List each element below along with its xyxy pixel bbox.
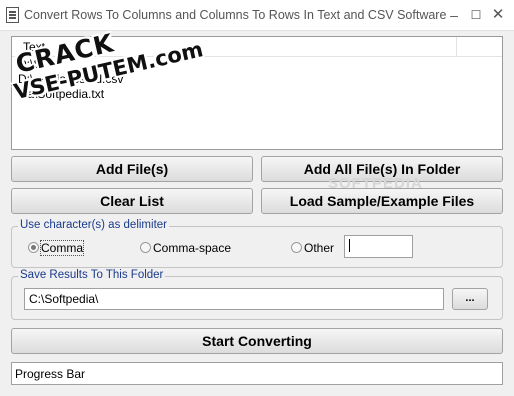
radio-other-label[interactable]: Other — [304, 241, 334, 255]
clear-list-button[interactable]: Clear List — [11, 188, 253, 214]
radio-comma-indicator[interactable] — [28, 242, 39, 253]
output-folder-input[interactable]: C:\Softpedia\ — [24, 288, 444, 310]
progress-bar: Progress Bar — [11, 362, 503, 385]
radio-comma[interactable]: Comma — [28, 240, 85, 256]
radio-comma-space-indicator[interactable] — [140, 242, 151, 253]
close-button[interactable]: ✕ — [485, 4, 511, 26]
radio-other[interactable]: Other — [291, 241, 334, 255]
radio-other-indicator[interactable] — [291, 242, 302, 253]
app-document-icon — [6, 7, 19, 23]
radio-comma-label[interactable]: Comma — [39, 240, 85, 256]
save-results-group-legend: Save Results To This Folder — [18, 269, 166, 281]
delimiter-group-legend: Use character(s) as delimiter — [18, 219, 169, 231]
title-bar: Convert Rows To Columns and Columns To R… — [0, 0, 514, 31]
start-converting-button[interactable]: Start Converting — [11, 328, 503, 354]
text-caret — [349, 239, 350, 252]
radio-comma-space[interactable]: Comma-space — [140, 241, 231, 255]
window-title: Convert Rows To Columns and Columns To R… — [24, 8, 447, 22]
browse-folder-button[interactable]: ... — [452, 288, 488, 310]
add-files-button[interactable]: Add File(s) — [11, 156, 253, 182]
radio-comma-space-label[interactable]: Comma-space — [153, 241, 231, 255]
delimiter-group: Use character(s) as delimiter — [11, 219, 503, 268]
other-delimiter-input[interactable] — [344, 235, 413, 258]
softpedia-watermark: SOFTPEDIA — [328, 175, 423, 192]
